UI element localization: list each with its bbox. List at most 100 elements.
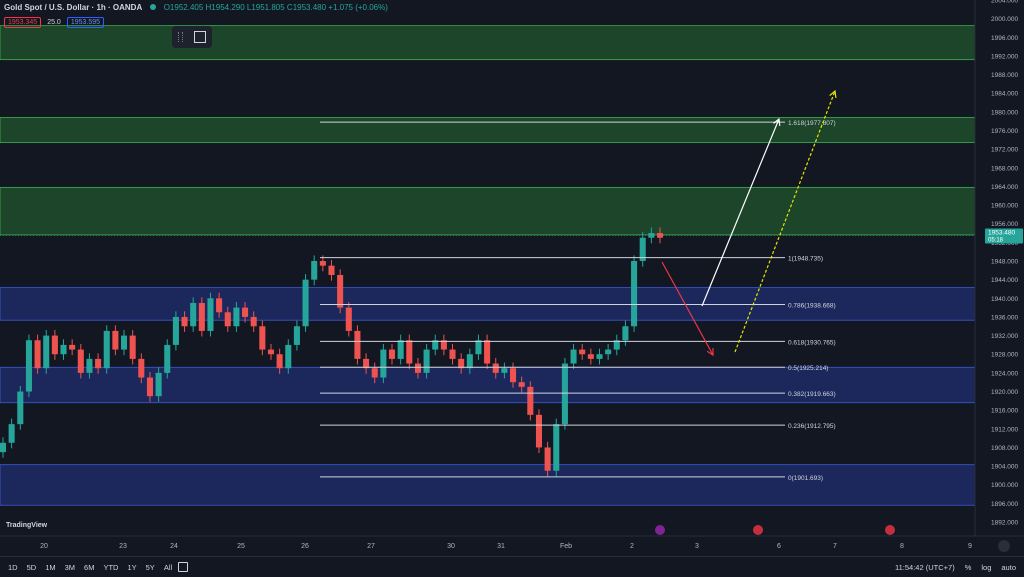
- ohlc-readout: O1952.405 H1954.290 L1951.805 C1953.480 …: [163, 3, 388, 12]
- rectangle-tool-icon[interactable]: [194, 31, 207, 43]
- price-tick-label: 1964.000: [991, 184, 1018, 191]
- price-tick-label: 1908.000: [991, 445, 1018, 452]
- time-tick-label: 8: [900, 543, 904, 550]
- range-5d[interactable]: 5D: [27, 563, 37, 572]
- drag-handle-icon[interactable]: [177, 32, 183, 42]
- candle-body: [605, 349, 612, 355]
- range-1m[interactable]: 1M: [45, 563, 55, 572]
- calendar-icon[interactable]: [178, 562, 189, 572]
- trade-panel: 1953.345 25.0 1953.595: [4, 17, 105, 28]
- range-1y[interactable]: 1Y: [127, 563, 136, 572]
- candle-body: [250, 316, 257, 327]
- candle-body: [475, 340, 482, 355]
- candle-body: [423, 349, 430, 373]
- candle-body: [354, 330, 361, 359]
- candle-body: [492, 363, 499, 373]
- candle-body: [293, 326, 300, 345]
- candle-body: [380, 349, 387, 378]
- candle-body: [121, 335, 128, 350]
- candle-body: [527, 386, 534, 415]
- buy-button[interactable]: 1953.595: [66, 17, 105, 28]
- price-tick-label: 1900.000: [991, 482, 1018, 489]
- time-tick-label: 30: [447, 543, 455, 550]
- candle-body: [112, 330, 119, 350]
- price-tick-label: 1988.000: [991, 72, 1018, 79]
- candle-body: [337, 274, 344, 308]
- candle-body: [388, 349, 396, 359]
- time-tick-label: 2: [630, 543, 634, 550]
- price-tick-label: 1928.000: [991, 352, 1018, 359]
- candle-body: [181, 316, 188, 327]
- drawing-toolbar[interactable]: [172, 26, 212, 48]
- price-tick-label: 1924.000: [991, 370, 1018, 377]
- price-tick-label: 1976.000: [991, 128, 1018, 135]
- candle-body: [622, 326, 629, 341]
- scale-log-button[interactable]: log: [981, 563, 991, 572]
- candle-body: [466, 354, 473, 369]
- candle-body: [406, 340, 413, 364]
- scale-percent-button[interactable]: %: [965, 563, 972, 572]
- range-1d[interactable]: 1D: [8, 563, 18, 572]
- price-tick-label: 2000.000: [991, 16, 1018, 23]
- fib-level-label: 0(1901.693): [788, 475, 823, 482]
- fib-level-label: 0.618(1930.765): [788, 339, 836, 346]
- price-axis: [975, 0, 1024, 536]
- candle-body: [0, 442, 7, 453]
- candle-body: [43, 335, 50, 369]
- time-tick-label: 9: [968, 543, 972, 550]
- scroll-to-realtime-button[interactable]: [998, 540, 1010, 552]
- price-chart[interactable]: 1.618(1977.807) 1(1948.735) 0.786(1938.668…: [0, 0, 1024, 576]
- time-tick-label: 31: [497, 543, 505, 550]
- price-tick-label: 1920.000: [991, 389, 1018, 396]
- candle-body: [414, 363, 421, 373]
- fib-level-label: 0.382(1919.663): [788, 391, 836, 398]
- price-tick-label: 1996.000: [991, 35, 1018, 42]
- price-tick-label: 1980.000: [991, 109, 1018, 116]
- spread-value: 25.0: [47, 19, 61, 26]
- candle-body: [311, 261, 318, 280]
- range-ytd[interactable]: YTD: [103, 563, 118, 572]
- candle-body: [34, 340, 41, 369]
- candle-body: [207, 298, 214, 331]
- range-5y[interactable]: 5Y: [146, 563, 155, 572]
- candle-body: [267, 349, 275, 355]
- candle-body: [371, 368, 378, 378]
- price-tick-label: 2004.000: [991, 0, 1018, 5]
- fib-level-label: 1.618(1977.807): [788, 120, 836, 127]
- candle-body: [285, 344, 292, 369]
- sell-button[interactable]: 1953.345: [4, 17, 42, 28]
- candle-body: [60, 344, 67, 355]
- market-open-icon: [150, 4, 157, 10]
- fib-level-label: 0.236(1912.795): [788, 423, 836, 430]
- current-price-value: 1953.480: [988, 229, 1015, 236]
- candle-countdown: 05:18: [988, 237, 1004, 243]
- candle-body: [233, 307, 240, 327]
- supply-zone-0: [0, 25, 976, 61]
- candle-body: [587, 354, 594, 359]
- event-marker-icon: [885, 525, 895, 535]
- candle-body: [138, 358, 145, 378]
- bottom-toolbar: 1D 5D 1M 3M 6M YTD 1Y 5Y All 11:54:42 (UTC+7) % …: [0, 556, 1024, 577]
- candle-body: [190, 302, 197, 327]
- candle-body: [164, 344, 171, 373]
- candle-body: [510, 368, 517, 383]
- chart-legend: Gold Spot / U.S. Dollar · 1h · OANDA O19…: [4, 3, 388, 12]
- candle-body: [146, 377, 153, 397]
- range-all[interactable]: All: [164, 563, 172, 572]
- price-tick-label: 1984.000: [991, 91, 1018, 98]
- candle-body: [259, 326, 266, 350]
- candle-body: [276, 354, 283, 369]
- scale-auto-button[interactable]: auto: [1001, 563, 1016, 572]
- candle-body: [8, 424, 15, 443]
- price-tick-label: 1912.000: [991, 426, 1018, 433]
- candle-body: [501, 368, 508, 373]
- price-tick-label: 1956.000: [991, 221, 1018, 228]
- supply-zone-2: [0, 186, 976, 236]
- candle-body: [631, 261, 638, 327]
- candle-body: [561, 363, 568, 425]
- range-6m[interactable]: 6M: [84, 563, 94, 572]
- range-3m[interactable]: 3M: [65, 563, 75, 572]
- candle-body: [69, 344, 76, 350]
- time-tick-label: 25: [237, 543, 245, 550]
- candle-body: [570, 349, 577, 364]
